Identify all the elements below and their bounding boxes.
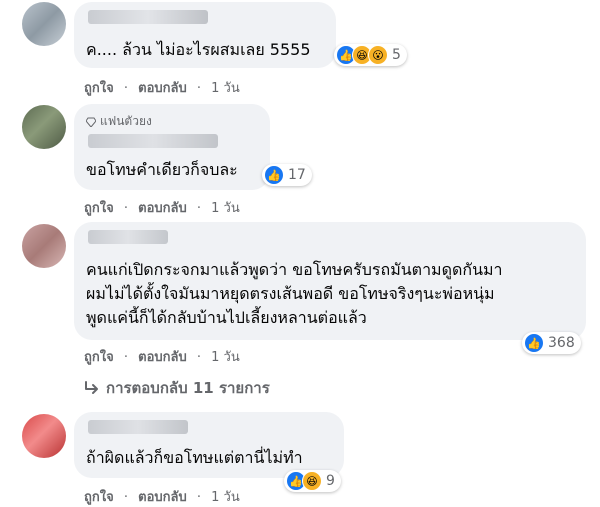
reaction-count: 368 bbox=[548, 335, 575, 351]
timestamp[interactable]: 1 วัน bbox=[211, 201, 240, 216]
badge-label: แฟนตัวยง bbox=[100, 114, 152, 128]
reaction-count: 17 bbox=[288, 167, 306, 183]
blurred-author-name[interactable] bbox=[88, 134, 218, 148]
timestamp[interactable]: 1 วัน bbox=[211, 490, 240, 505]
blurred-author-name[interactable] bbox=[88, 10, 208, 24]
avatar[interactable] bbox=[22, 105, 66, 149]
comment-bubble: แฟนตัวยง ขอโทษคำเดียวก็จบละ bbox=[74, 104, 270, 190]
comment-bubble: คนแก่เปิดกระจกมาแล้วพูดว่า ขอโทษครับรถมั… bbox=[74, 222, 586, 340]
like-reaction-icon: 👍 bbox=[264, 165, 284, 185]
reaction-summary[interactable]: 👍 368 bbox=[522, 332, 581, 354]
reaction-summary[interactable]: 👍 😆 😮 5 bbox=[334, 44, 407, 66]
comment-actions: ถูกใจ · ตอบกลับ · 1 วัน bbox=[84, 77, 246, 98]
separator-dot: · bbox=[196, 490, 202, 505]
comment-text: ค.... ล้วน ไม่อะไรผสมเลย 5555 bbox=[86, 40, 311, 59]
comment-actions: ถูกใจ · ตอบกลับ · 1 วัน bbox=[84, 197, 246, 218]
like-reaction-icon: 👍 bbox=[524, 333, 544, 353]
separator-dot: · bbox=[196, 350, 202, 365]
separator-dot: · bbox=[123, 201, 128, 216]
timestamp[interactable]: 1 วัน bbox=[211, 350, 240, 365]
reaction-count: 5 bbox=[392, 47, 401, 63]
like-button[interactable]: ถูกใจ bbox=[84, 81, 114, 96]
top-fan-badge: แฟนตัวยง bbox=[86, 112, 152, 131]
avatar[interactable] bbox=[22, 224, 66, 268]
reaction-count: 9 bbox=[326, 473, 335, 489]
avatar[interactable] bbox=[22, 414, 66, 458]
separator-dot: · bbox=[123, 350, 128, 365]
like-button[interactable]: ถูกใจ bbox=[84, 350, 114, 365]
comment-bubble: ค.... ล้วน ไม่อะไรผสมเลย 5555 bbox=[74, 2, 336, 68]
reply-button[interactable]: ตอบกลับ bbox=[138, 81, 187, 96]
comment-bubble: ถ้าผิดแล้วก็ขอโทษแต่ตานี่ไม่ทำ bbox=[74, 412, 344, 478]
comment-text-line-3: พูดแค่นี้ก็ได้กลับบ้านไปเลี้ยงหลานต่อแล้… bbox=[86, 308, 367, 327]
comment-text-line-1: คนแก่เปิดกระจกมาแล้วพูดว่า ขอโทษครับรถมั… bbox=[86, 260, 503, 279]
view-replies-link[interactable]: การตอบกลับ 11 รายการ bbox=[84, 376, 270, 400]
comment-text: ถ้าผิดแล้วก็ขอโทษแต่ตานี่ไม่ทำ bbox=[86, 448, 303, 467]
wow-reaction-icon: 😮 bbox=[368, 45, 388, 65]
separator-dot: · bbox=[123, 81, 128, 96]
blurred-author-name[interactable] bbox=[88, 420, 188, 434]
reply-button[interactable]: ตอบกลับ bbox=[138, 490, 187, 505]
comment-actions: ถูกใจ · ตอบกลับ · 1 วัน bbox=[84, 346, 246, 367]
haha-reaction-icon: 😆 bbox=[302, 471, 322, 491]
blurred-author-name[interactable] bbox=[88, 230, 168, 244]
separator-dot: · bbox=[123, 490, 128, 505]
timestamp[interactable]: 1 วัน bbox=[211, 81, 240, 96]
reply-arrow-icon bbox=[85, 381, 98, 394]
separator-dot: · bbox=[196, 201, 202, 216]
like-button[interactable]: ถูกใจ bbox=[84, 201, 114, 216]
separator-dot: · bbox=[196, 81, 202, 96]
reaction-summary[interactable]: 👍 😆 9 bbox=[284, 470, 341, 492]
reply-button[interactable]: ตอบกลับ bbox=[138, 350, 187, 365]
replies-label[interactable]: การตอบกลับ 11 รายการ bbox=[106, 376, 270, 400]
avatar[interactable] bbox=[22, 2, 66, 46]
reaction-summary[interactable]: 👍 17 bbox=[262, 164, 312, 186]
comment-actions: ถูกใจ · ตอบกลับ · 1 วัน bbox=[84, 486, 246, 507]
comment-text-line-2: ผมไม่ได้ตั้งใจมันมาหยุดตรงเส้นพอดี ขอโทษ… bbox=[86, 284, 495, 303]
reply-button[interactable]: ตอบกลับ bbox=[138, 201, 187, 216]
diamond-icon bbox=[86, 117, 96, 127]
like-button[interactable]: ถูกใจ bbox=[84, 490, 114, 505]
comment-text: ขอโทษคำเดียวก็จบละ bbox=[86, 160, 238, 179]
